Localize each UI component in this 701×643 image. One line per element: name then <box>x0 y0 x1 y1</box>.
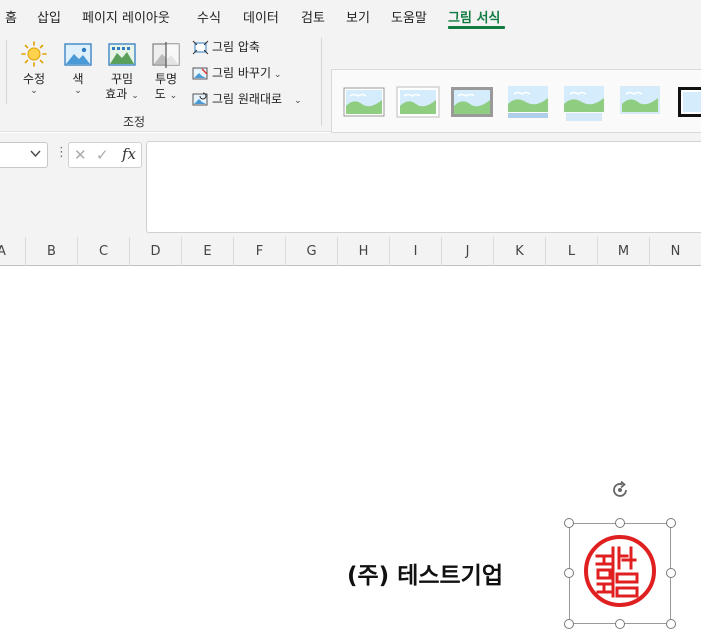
resize-handle[interactable] <box>615 619 625 629</box>
column-header-m[interactable]: M <box>598 237 650 266</box>
resize-handle[interactable] <box>666 568 676 578</box>
transparency-label-2: 도 <box>154 87 166 101</box>
corrections-label: 수정 <box>22 72 46 86</box>
ribbon-separator <box>6 40 7 104</box>
artistic-effects-label-1: 꾸밈 <box>110 72 134 86</box>
tab-formulas[interactable]: 수식 <box>197 7 221 26</box>
enter-icon[interactable]: ✓ <box>96 146 109 164</box>
active-tab-underline <box>448 26 505 29</box>
insert-function-button[interactable]: fx <box>122 145 136 163</box>
transparency-label-2-row: 도 ⌄ <box>148 87 184 102</box>
name-box[interactable] <box>0 142 48 168</box>
resize-handle[interactable] <box>666 518 676 528</box>
company-seal-stamp[interactable] <box>583 534 657 608</box>
chevron-down-icon: ⌄ <box>30 86 38 96</box>
column-header-d[interactable]: D <box>130 237 182 266</box>
tab-home[interactable]: 홈 <box>5 7 17 26</box>
column-header-n[interactable]: N <box>650 237 701 266</box>
rotate-handle-icon[interactable] <box>609 479 631 501</box>
tab-review[interactable]: 검토 <box>301 7 325 26</box>
corrections-button[interactable]: 수정 ⌄ <box>16 40 52 96</box>
transparency-button[interactable]: 투명 도 ⌄ <box>148 40 184 102</box>
reset-picture-label: 그림 원래대로 <box>212 92 283 106</box>
column-header-e[interactable]: E <box>182 237 234 266</box>
chevron-down-icon: ⌄ <box>131 91 139 101</box>
column-header-l[interactable]: L <box>546 237 598 266</box>
formula-bar-grip-icon[interactable]: ⋮ <box>55 145 68 160</box>
artistic-effects-icon <box>108 43 136 66</box>
reset-picture-button[interactable]: 그림 원래대로 ⌄ <box>192 90 302 108</box>
sun-icon <box>21 41 47 67</box>
resize-handle[interactable] <box>615 518 625 528</box>
column-header-k[interactable]: K <box>494 237 546 266</box>
change-picture-icon <box>192 67 208 80</box>
transparency-icon <box>152 42 180 68</box>
tab-insert[interactable]: 삽입 <box>37 7 61 26</box>
chevron-down-icon-shape <box>30 150 41 158</box>
picture-styles-gallery <box>331 69 701 133</box>
chevron-down-icon: ⌄ <box>74 86 82 96</box>
resize-handle[interactable] <box>564 619 574 629</box>
adjust-group-label: 조정 <box>123 115 146 129</box>
picture-style-thumb[interactable] <box>450 82 494 122</box>
company-name-text[interactable]: (주) 테스트기업 <box>347 556 503 590</box>
reset-picture-icon <box>192 92 208 106</box>
chevron-down-icon: ⌄ <box>169 91 178 101</box>
picture-style-thumb[interactable] <box>618 82 662 122</box>
column-header-b[interactable]: B <box>26 237 78 266</box>
column-header-a[interactable]: A <box>0 237 26 266</box>
artistic-effects-label-2: 효과 <box>105 87 128 101</box>
chevron-down-icon: ⌄ <box>274 70 282 80</box>
tab-help[interactable]: 도움말 <box>391 7 427 26</box>
tab-picture-format[interactable]: 그림 서식 <box>448 7 500 26</box>
picture-style-thumb[interactable] <box>506 82 550 122</box>
resize-handle[interactable] <box>666 619 676 629</box>
column-header-i[interactable]: I <box>390 237 442 266</box>
tab-view[interactable]: 보기 <box>346 7 370 26</box>
compress-pictures-button[interactable]: 그림 압축 <box>192 38 260 56</box>
ribbon: 수정 ⌄ 색 ⌄ 꾸밈 효과 ⌄ 투명 도 ⌄ 그림 압축 그림 바꾸기 ⌄ 그… <box>0 32 701 133</box>
picture-style-thumb[interactable] <box>396 82 440 122</box>
ribbon-separator <box>321 38 322 126</box>
formula-bar: ⋮ ✕ ✓ fx <box>0 133 701 237</box>
change-picture-label: 그림 바꾸기 <box>212 66 272 80</box>
column-header-j[interactable]: J <box>442 237 494 266</box>
formula-buttons: ✕ ✓ fx <box>68 142 142 168</box>
column-header-c[interactable]: C <box>78 237 130 266</box>
artistic-effects-label-2-row: 효과 ⌄ <box>102 87 142 102</box>
chevron-down-icon: ⌄ <box>294 96 302 106</box>
color-label: 색 <box>72 72 84 86</box>
picture-style-thumb[interactable] <box>342 82 386 122</box>
menu-bar: 홈 삽입 페이지 레이아웃 수식 데이터 검토 보기 도움말 그림 서식 <box>0 0 701 32</box>
column-header-f[interactable]: F <box>234 237 286 266</box>
cancel-icon[interactable]: ✕ <box>74 146 87 164</box>
column-header-g[interactable]: G <box>286 237 338 266</box>
compress-label: 그림 압축 <box>212 40 260 54</box>
picture-style-thumb[interactable] <box>562 82 606 122</box>
picture-style-thumb[interactable] <box>676 82 701 122</box>
column-headers: A B C D E F G H I J K L M N <box>0 237 701 266</box>
resize-handle[interactable] <box>564 518 574 528</box>
compress-icon <box>192 40 209 55</box>
chevron-down-icon[interactable] <box>30 148 41 161</box>
column-header-h[interactable]: H <box>338 237 390 266</box>
tab-page-layout[interactable]: 페이지 레이아웃 <box>82 7 170 26</box>
transparency-label-1: 투명 <box>154 72 178 86</box>
picture-color-icon <box>64 43 92 66</box>
color-button[interactable]: 색 ⌄ <box>62 40 94 96</box>
change-picture-button[interactable]: 그림 바꾸기 ⌄ <box>192 64 282 82</box>
formula-input[interactable] <box>146 141 701 233</box>
resize-handle[interactable] <box>564 568 574 578</box>
artistic-effects-button[interactable]: 꾸밈 효과 ⌄ <box>102 40 142 102</box>
tab-data[interactable]: 데이터 <box>243 7 279 26</box>
